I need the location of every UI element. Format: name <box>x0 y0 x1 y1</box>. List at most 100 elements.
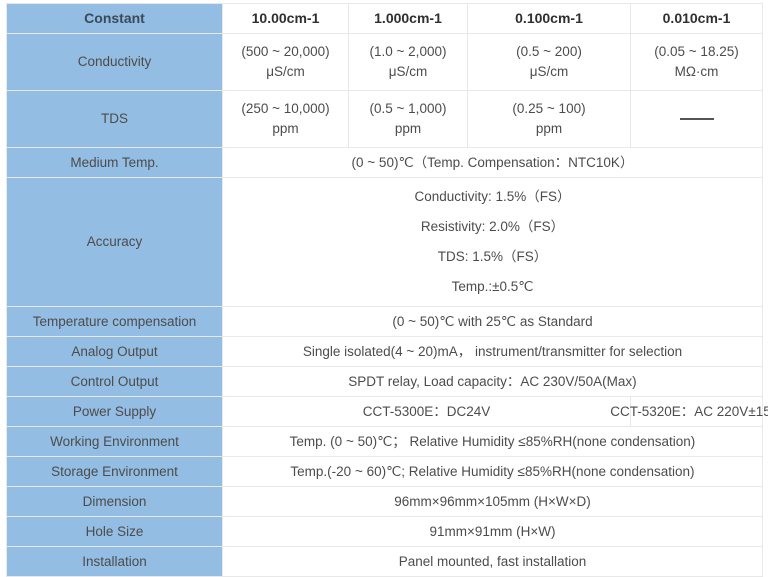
specifications-table: Constant 10.00cm-1 1.000cm-1 0.100cm-1 0… <box>6 3 768 577</box>
table-row-storage-environment: Storage Environment Temp.(-20 ~ 60)℃; Re… <box>6 456 763 487</box>
row-label-accuracy: Accuracy <box>6 177 223 307</box>
header-cell-001cm: 0.010cm-1 <box>630 3 763 34</box>
table-row-hole-size: Hole Size 91mm×91mm (H×W) <box>6 516 763 547</box>
value-unit: μS/cm <box>529 64 569 79</box>
value-range: (500 ~ 20,000) <box>241 44 330 60</box>
table-row-analog-output: Analog Output Single isolated(4 ~ 20)mA，… <box>6 336 763 367</box>
value-text: Panel mounted, fast installation <box>398 553 587 569</box>
row-label-text: Analog Output <box>71 343 158 359</box>
row-label-text: Power Supply <box>72 403 157 419</box>
value-unit: MΩ·cm <box>674 64 719 79</box>
cell-storage-environment-value: Temp.(-20 ~ 60)℃; Relative Humidity ≤85%… <box>222 456 763 487</box>
value-range: (0.25 ~ 100) <box>512 101 586 117</box>
table-row-medium-temp: Medium Temp. (0 ~ 50)℃（Temp. Compensatio… <box>6 147 763 178</box>
table-row-conductivity: Conductivity (500 ~ 20,000) μS/cm (1.0 ~… <box>6 33 763 91</box>
row-label-control-output: Control Output <box>6 366 223 397</box>
row-label-hole-size: Hole Size <box>6 516 223 547</box>
row-label-text: Installation <box>82 553 147 569</box>
header-label-constant: Constant <box>84 10 145 27</box>
cell-temperature-compensation-value: (0 ~ 50)℃ with 25℃ as Standard <box>222 306 763 337</box>
header-label-001cm: 0.010cm-1 <box>662 10 731 27</box>
row-label-dimension: Dimension <box>6 486 223 517</box>
table-row-dimension: Dimension 96mm×96mm×105mm (H×W×D) <box>6 486 763 517</box>
table-row-power-supply: Power Supply CCT-5300E：DC24V CCT-5320E：A… <box>6 396 768 427</box>
value-text: 96mm×96mm×105mm (H×W×D) <box>394 493 591 509</box>
row-label-working-environment: Working Environment <box>6 426 223 457</box>
specifications-table-container: Constant 10.00cm-1 1.000cm-1 0.100cm-1 0… <box>0 0 768 577</box>
value-unit: μS/cm <box>266 64 305 79</box>
cell-analog-output-value: Single isolated(4 ~ 20)mA， instrument/tr… <box>222 336 763 367</box>
cell-tds-10cm: (250 ~ 10,000) ppm <box>222 90 349 148</box>
cell-conductivity-1cm: (1.0 ~ 2,000) μS/cm <box>348 33 468 91</box>
value-text: Single isolated(4 ~ 20)mA， instrument/tr… <box>302 343 683 359</box>
cell-dimension-value: 96mm×96mm×105mm (H×W×D) <box>222 486 763 517</box>
cell-medium-temp-value: (0 ~ 50)℃（Temp. Compensation：NTC10K） <box>222 147 763 178</box>
cell-power-supply-ac: CCT-5320E：AC 220V±15% <box>610 396 768 427</box>
value-text: CCT-5300E：DC24V <box>362 403 491 419</box>
value-unit: μS/cm <box>388 64 428 79</box>
value-text: (0 ~ 50)℃ with 25℃ as Standard <box>392 313 593 329</box>
accuracy-tds: TDS: 1.5%（FS） <box>437 249 548 265</box>
row-label-conductivity: Conductivity <box>6 33 223 91</box>
cell-conductivity-10cm: (500 ~ 20,000) μS/cm <box>222 33 349 91</box>
row-label-text: Storage Environment <box>51 463 178 479</box>
table-header-row: Constant 10.00cm-1 1.000cm-1 0.100cm-1 0… <box>6 3 763 34</box>
header-label-1cm: 1.000cm-1 <box>374 10 442 27</box>
header-cell-constant: Constant <box>6 3 223 34</box>
row-label-text: Temperature compensation <box>32 313 197 329</box>
row-label-text: Medium Temp. <box>70 154 159 170</box>
value-text: Temp.(-20 ~ 60)℃; Relative Humidity ≤85%… <box>290 463 695 479</box>
row-label-storage-environment: Storage Environment <box>6 456 223 487</box>
table-row-working-environment: Working Environment Temp. (0 ~ 50)℃； Rel… <box>6 426 763 457</box>
cell-installation-value: Panel mounted, fast installation <box>222 546 763 577</box>
cell-tds-01cm: (0.25 ~ 100) ppm <box>467 90 631 148</box>
row-label-text: Control Output <box>70 373 159 389</box>
cell-power-supply-dc: CCT-5300E：DC24V <box>222 396 631 427</box>
value-text: (0 ~ 50)℃（Temp. Compensation：NTC10K） <box>351 154 634 170</box>
value-unit: ppm <box>394 121 422 136</box>
accuracy-resistivity: Resistivity: 2.0%（FS） <box>420 219 565 235</box>
table-row-accuracy: Accuracy Conductivity: 1.5%（FS） Resistiv… <box>6 177 763 307</box>
row-label-temperature-compensation: Temperature compensation <box>6 306 223 337</box>
header-label-01cm: 0.100cm-1 <box>515 10 583 27</box>
value-range: (0.5 ~ 1,000) <box>369 101 447 117</box>
header-cell-1cm: 1.000cm-1 <box>348 3 468 34</box>
value-unit: ppm <box>535 121 563 136</box>
row-label-text: Conductivity <box>77 54 152 70</box>
table-row-tds: TDS (250 ~ 10,000) ppm (0.5 ~ 1,000) ppm… <box>6 90 763 148</box>
row-label-text: TDS <box>101 111 128 127</box>
row-label-analog-output: Analog Output <box>6 336 223 367</box>
row-label-power-supply: Power Supply <box>6 396 223 427</box>
cell-conductivity-01cm: (0.5 ~ 200) μS/cm <box>467 33 631 91</box>
value-range: (250 ~ 10,000) <box>241 101 330 117</box>
row-label-text: Working Environment <box>50 433 179 449</box>
value-range: (0.05 ~ 18.25) <box>654 44 739 60</box>
value-text: 91mm×91mm (H×W) <box>429 523 556 539</box>
table-row-installation: Installation Panel mounted, fast install… <box>6 546 763 577</box>
row-label-installation: Installation <box>6 546 223 577</box>
value-text: Temp. (0 ~ 50)℃； Relative Humidity ≤85%R… <box>289 433 696 449</box>
header-cell-10cm: 10.00cm-1 <box>222 3 349 34</box>
value-range: (0.5 ~ 200) <box>516 44 582 60</box>
cell-tds-1cm: (0.5 ~ 1,000) ppm <box>348 90 468 148</box>
row-label-tds: TDS <box>6 90 223 148</box>
cell-conductivity-001cm: (0.05 ~ 18.25) MΩ·cm <box>630 33 763 91</box>
value-text: SPDT relay, Load capacity：AC 230V/50A(Ma… <box>348 373 637 389</box>
value-text: CCT-5320E：AC 220V±15% <box>610 403 768 419</box>
cell-accuracy-value: Conductivity: 1.5%（FS） Resistivity: 2.0%… <box>222 177 763 307</box>
header-label-10cm: 10.00cm-1 <box>251 10 320 27</box>
value-range: (1.0 ~ 2,000) <box>369 44 447 60</box>
value-unit: ppm <box>272 121 299 136</box>
accuracy-conductivity: Conductivity: 1.5%（FS） <box>414 189 571 205</box>
table-row-temperature-compensation: Temperature compensation (0 ~ 50)℃ with … <box>6 306 763 337</box>
row-label-text: Accuracy <box>86 234 143 250</box>
cell-tds-001cm <box>630 90 763 148</box>
row-label-text: Dimension <box>82 493 147 509</box>
row-label-text: Hole Size <box>85 523 144 539</box>
cell-control-output-value: SPDT relay, Load capacity：AC 230V/50A(Ma… <box>222 366 763 397</box>
table-row-control-output: Control Output SPDT relay, Load capacity… <box>6 366 763 397</box>
cell-hole-size-value: 91mm×91mm (H×W) <box>222 516 763 547</box>
not-applicable-dash-icon <box>679 118 714 120</box>
cell-working-environment-value: Temp. (0 ~ 50)℃； Relative Humidity ≤85%R… <box>222 426 763 457</box>
accuracy-temp: Temp.:±0.5℃ <box>451 279 534 295</box>
